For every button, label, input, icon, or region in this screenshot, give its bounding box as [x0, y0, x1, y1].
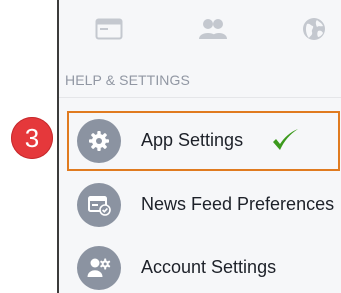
tutorial-screenshot: HELP & SETTINGS App Settings News Feed P…: [0, 0, 341, 293]
checkmark-icon: [270, 126, 300, 156]
menu-item-label: App Settings: [141, 130, 244, 150]
menu-item-account-settings[interactable]: Account Settings: [59, 241, 341, 293]
tab-friends[interactable]: [198, 18, 228, 44]
menu-item-label: News Feed Preferences: [141, 194, 335, 214]
friends-icon: [198, 18, 228, 45]
globe-icon: [301, 16, 327, 47]
section-header: HELP & SETTINGS: [65, 72, 190, 88]
section-divider: [59, 97, 341, 98]
news-feed-preferences-icon: [77, 183, 121, 227]
tab-news-feed[interactable]: [94, 18, 124, 44]
account-settings-icon: [77, 246, 121, 290]
step-number-badge: 3: [11, 117, 53, 159]
menu-item-label: Account Settings: [141, 257, 277, 277]
tab-notifications-globe[interactable]: [299, 16, 329, 47]
newspaper-icon: [95, 18, 123, 45]
menu-item-news-feed-preferences[interactable]: News Feed Preferences: [59, 178, 341, 234]
gear-icon: [77, 119, 121, 163]
tab-bar: [59, 0, 341, 58]
